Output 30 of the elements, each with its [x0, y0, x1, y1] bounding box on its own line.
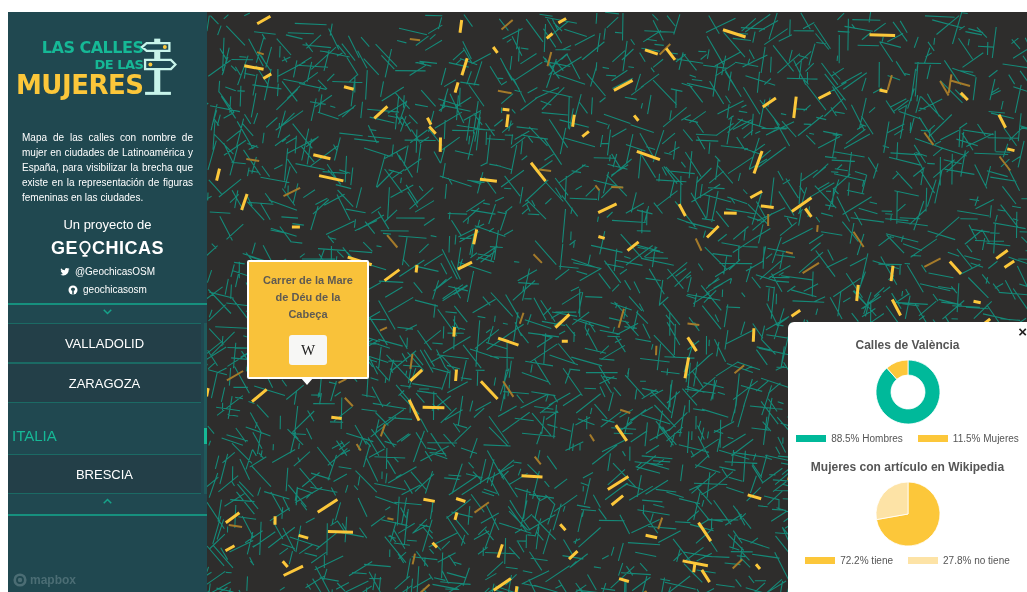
chevron-down-icon[interactable] [103, 309, 112, 315]
brand-logo-text: GE [51, 238, 78, 259]
bird-icon [59, 266, 70, 277]
legend-label: 88.5% Hombres [831, 433, 903, 444]
city-item[interactable]: BRESCIA [8, 454, 201, 494]
mapbox-logo-icon [13, 573, 27, 587]
logo-title: DE LAS [94, 57, 144, 72]
popup-pointer [301, 378, 313, 385]
github-icon [68, 284, 79, 295]
social-link[interactable]: @GeochicasOSM [59, 266, 156, 277]
brand-logo-text: CHICAS [92, 238, 164, 259]
country-heading: ITALIA [11, 426, 58, 446]
chevron-up-icon[interactable] [103, 498, 112, 504]
social-link[interactable]: geochicasosm [68, 284, 147, 295]
project-label: Un proyecto de [63, 217, 152, 232]
street-name: Carrer de la Mare de Déu de la Cabeça [262, 273, 354, 322]
wikipedia-button[interactable]: W [289, 335, 327, 365]
chart-title: Mujeres con artículo en Wikipedia [810, 460, 1005, 474]
description-text: Mapa de las calles con nombre de mujer en ciudades de Latinoamérica y España, para visibilizar la brecha que existe en la representación de figuras femeninas en las ciudades. [22, 131, 193, 205]
legend-label: 72.2% tiene [840, 555, 894, 566]
street-map[interactable]: Carrer de la Mare de Déu de la Cabeça W × Calles de València 88.5% Hombres 11.5% Mujeres Mujeres con artículo en Wikipedia 72.2% tiene 27.8% no tiene [207, 12, 1027, 592]
legend-label: 27.8% no tiene [943, 555, 1010, 566]
legend-label: 11.5% Mujeres [952, 433, 1019, 444]
city-item[interactable]: ZARAGOZA [8, 363, 201, 403]
logo-title: LAS CALLES [41, 38, 144, 57]
city-item[interactable]: VALLADOLID [8, 323, 201, 363]
chart-title: Calles de València [855, 338, 960, 352]
close-button[interactable]: × [1016, 324, 1027, 339]
logo-title: MUJERES [16, 72, 144, 98]
location-pin-icon [79, 239, 91, 258]
